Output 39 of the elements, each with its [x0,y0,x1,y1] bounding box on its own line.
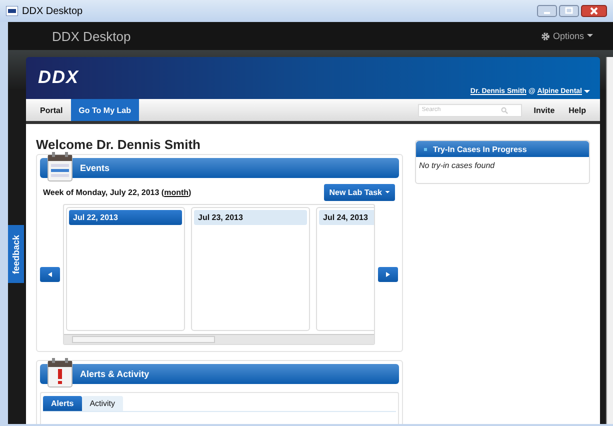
minimize-icon[interactable] [537,5,557,17]
left-arrow-icon [48,272,52,277]
right-arrow-icon [386,272,390,277]
alerts-tab[interactable]: Activity [82,396,124,411]
panel-title: Try-In Cases In Progress [433,144,527,154]
alert-icon [47,358,73,388]
nav-tab[interactable]: Portal [32,99,71,121]
vertical-scrollbar[interactable] [606,57,613,424]
week-label: Week of Monday, July 22, 2013 (month) [43,188,192,197]
window-title: DDX Desktop [22,6,83,16]
alerts-tab[interactable]: Alerts [43,396,82,411]
caret-icon [584,90,590,94]
day-header[interactable]: Jul 23, 2013 [194,210,307,225]
options-menu[interactable]: Options [540,31,593,41]
next-button[interactable] [378,267,398,282]
logo: DDX [38,66,80,88]
caret-icon [587,34,593,38]
caret-icon [385,191,390,194]
feedback-tab[interactable]: feedback [8,225,24,283]
day-header[interactable]: Jul 24, 2013 [319,210,374,225]
welcome-heading: Welcome Dr. Dennis Smith [36,137,202,152]
gear-icon [540,32,550,40]
close-icon[interactable] [581,5,607,17]
nav-tab[interactable]: Go To My Lab [70,99,139,121]
day-header[interactable]: Jul 22, 2013 [69,210,182,225]
new-lab-task-button[interactable]: New Lab Task [324,184,395,201]
search-icon [500,106,508,114]
previous-button[interactable] [40,267,60,282]
maximize-icon[interactable] [559,5,579,17]
horizontal-scrollbar[interactable] [64,334,374,344]
panel-title: Alerts & Activity [80,369,150,379]
empty-message: No try-in cases found [418,160,496,172]
nav-link[interactable]: Invite [534,106,555,114]
app-icon [6,6,18,16]
app-title: DDX Desktop [52,28,131,44]
panel-title: Events [80,163,110,173]
month-link[interactable]: month [164,188,189,197]
nav-link[interactable]: Help [568,106,586,114]
bullet-icon [424,148,427,150]
